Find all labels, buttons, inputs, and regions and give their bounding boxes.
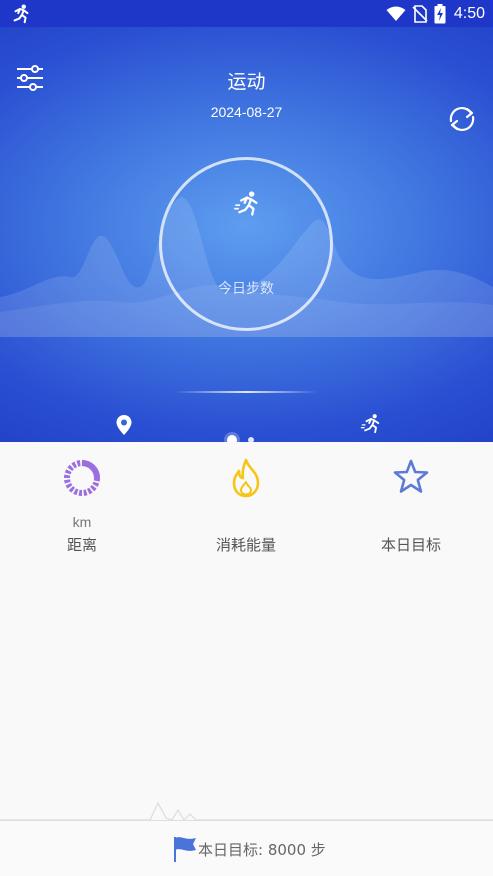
stat-energy-label: 消耗能量 (215, 536, 276, 554)
today-steps-label: 今日步数 (218, 281, 274, 297)
goal-content: 本日目标: 8000 步 (172, 835, 326, 863)
wifi-icon (386, 6, 406, 21)
star-icon (393, 459, 429, 493)
bottom-wave-decoration (0, 801, 493, 821)
hero-panel: 运动 2024-08-27 今日步数 (0, 27, 493, 442)
stat-goal-label: 本日目标 (380, 536, 441, 554)
stat-distance-label: 距离 (66, 536, 97, 554)
daily-goal-text: 本日目标: 8000 步 (198, 840, 326, 859)
distance-ring-icon (64, 460, 100, 496)
date-label[interactable]: 2024-08-27 (0, 104, 493, 120)
status-bar: 4:50 (0, 0, 493, 27)
runner-icon (234, 191, 258, 216)
sync-icon[interactable] (445, 104, 479, 134)
running-mode-icon[interactable] (360, 413, 382, 435)
location-pin-icon[interactable] (115, 414, 133, 436)
stat-distance[interactable]: km 距离 (0, 442, 164, 562)
status-right-group: 4:50 (386, 2, 485, 26)
page-title: 运动 (227, 71, 266, 93)
stat-energy[interactable]: 消耗能量 (164, 442, 328, 562)
page-dot-1[interactable] (227, 435, 237, 442)
hero-divider (175, 391, 318, 393)
steps-ring[interactable] (159, 157, 333, 331)
no-sim-icon (412, 5, 428, 23)
stats-row: km 距离 消耗能量 本日目标 (0, 442, 493, 562)
running-notification-icon (13, 4, 29, 24)
stat-distance-unit: km (72, 514, 92, 530)
daily-goal-bar[interactable]: 本日目标: 8000 步 (0, 820, 493, 876)
flag-icon (174, 837, 196, 862)
status-time: 4:50 (453, 5, 485, 22)
stat-goal[interactable]: 本日目标 (329, 442, 493, 562)
flame-icon (232, 458, 260, 498)
battery-charging-icon (434, 4, 446, 24)
page-indicator (225, 435, 265, 442)
